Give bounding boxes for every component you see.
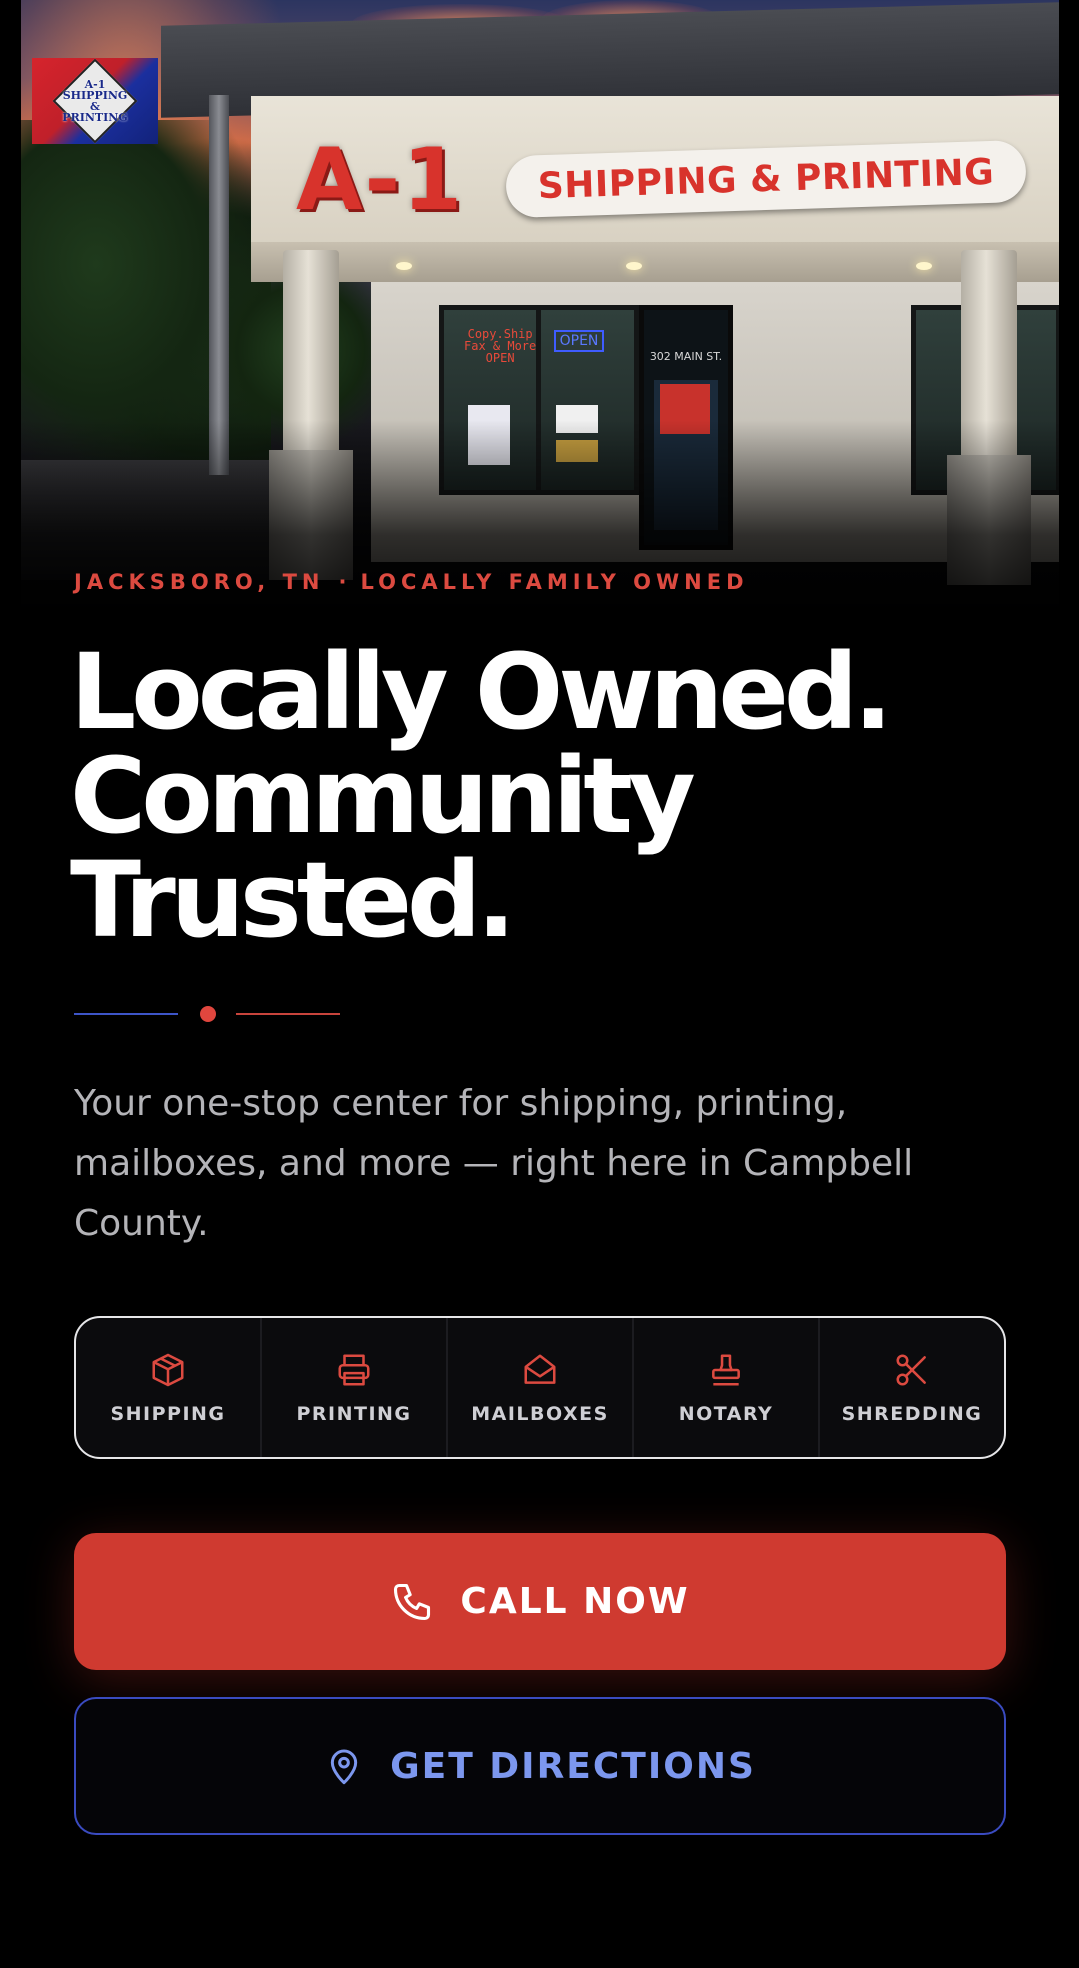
eyebrow-separator: · xyxy=(338,570,347,594)
service-label: MAILBOXES xyxy=(471,1402,609,1425)
divider-dot xyxy=(200,1006,216,1022)
ceiling-lamp xyxy=(396,262,412,270)
phone-icon xyxy=(394,1583,431,1620)
service-mailboxes[interactable]: MAILBOXES xyxy=(448,1318,634,1457)
neon-sign: Copy.Ship Fax & More OPEN xyxy=(464,327,537,365)
hero-description: Your one-stop center for shipping, print… xyxy=(74,1083,914,1244)
printer-icon xyxy=(338,1353,370,1386)
call-now-button[interactable]: CALL NOW xyxy=(74,1533,1006,1670)
accent-divider xyxy=(74,1002,344,1026)
hero-eyebrow: JACKSBORO, TN · LOCALLY FAMILY OWNED xyxy=(74,570,749,594)
call-now-label: CALL NOW xyxy=(460,1581,690,1622)
brand-logo[interactable]: A-1 SHIPPING & PRINTING xyxy=(32,58,158,144)
eyebrow-location: JACKSBORO, TN xyxy=(74,570,325,594)
headline-line: Locally Owned. xyxy=(70,631,893,753)
service-shipping[interactable]: SHIPPING xyxy=(76,1318,262,1457)
store-sign-a1: A-1 xyxy=(296,130,465,230)
service-label: NOTARY xyxy=(678,1402,774,1425)
stamp-icon xyxy=(712,1353,740,1386)
box-icon xyxy=(152,1353,184,1386)
neon-open-sign: OPEN xyxy=(554,330,604,352)
divider-line-red xyxy=(236,1013,340,1015)
hero-photo: A-1 SHIPPING & PRINTING Copy.Ship Fax & … xyxy=(21,0,1059,650)
page-title: Locally Owned. Community Trusted. xyxy=(70,640,1030,952)
service-printing[interactable]: PRINTING xyxy=(262,1318,448,1457)
get-directions-label: GET DIRECTIONS xyxy=(390,1745,756,1787)
downspout xyxy=(209,95,229,475)
service-notary[interactable]: NOTARY xyxy=(634,1318,820,1457)
service-label: SHIPPING xyxy=(110,1402,226,1425)
logo-text: A-1 SHIPPING & PRINTING xyxy=(62,78,128,124)
hero-fade-overlay xyxy=(21,420,1059,650)
headline-line: Community xyxy=(70,735,696,857)
address-text: 302 MAIN ST. xyxy=(649,350,723,363)
store-sign-banner-text: SHIPPING & PRINTING xyxy=(537,151,995,207)
storefront-soffit xyxy=(251,242,1059,282)
ceiling-lamp xyxy=(916,262,932,270)
ceiling-lamp xyxy=(626,262,642,270)
headline-line: Trusted. xyxy=(70,839,516,961)
get-directions-button[interactable]: GET DIRECTIONS xyxy=(74,1697,1006,1835)
services-strip: SHIPPING PRINTING MAILBOXES NOTARY SHRED… xyxy=(74,1316,1006,1459)
service-label: SHREDDING xyxy=(841,1402,983,1425)
envelope-open-icon xyxy=(524,1353,556,1384)
service-label: PRINTING xyxy=(296,1402,412,1425)
eyebrow-tagline: LOCALLY FAMILY OWNED xyxy=(360,570,749,594)
map-pin-icon xyxy=(330,1749,358,1785)
scissors-icon xyxy=(896,1353,926,1386)
service-shredding[interactable]: SHREDDING xyxy=(820,1318,1004,1457)
divider-line-blue xyxy=(74,1013,178,1015)
